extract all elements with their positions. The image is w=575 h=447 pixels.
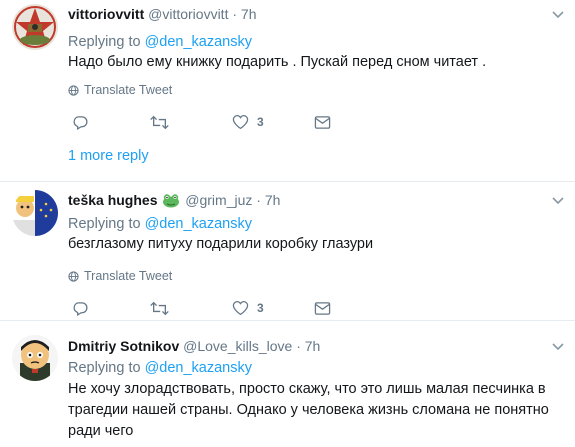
avatar-grim-juz[interactable]: [12, 190, 58, 236]
avatar-love-kills-love[interactable]: [12, 335, 58, 381]
separator-dot: ·: [296, 338, 301, 354]
heart-icon: [232, 300, 249, 316]
globe-icon: [68, 270, 79, 282]
reply-icon: [73, 115, 88, 130]
like-button[interactable]: 3: [232, 298, 264, 318]
display-name[interactable]: teška hughes: [68, 192, 157, 208]
more-replies-link[interactable]: 1 more reply: [68, 148, 149, 164]
dm-button[interactable]: [314, 298, 331, 318]
replying-to: Replying to @den_kazansky: [68, 33, 252, 51]
dm-button[interactable]: [314, 112, 331, 132]
reply-icon: [73, 301, 88, 316]
tweet-actions: 3: [68, 112, 348, 132]
like-count: 3: [257, 115, 264, 129]
user-handle[interactable]: @Love_kills_love: [183, 338, 292, 354]
reply-button[interactable]: [72, 298, 89, 318]
tweet-2[interactable]: teška hughes @grim_juz · 7h Replying to …: [0, 182, 575, 319]
user-handle[interactable]: @vittoriovvitt: [148, 6, 228, 22]
timestamp[interactable]: 7h: [265, 192, 281, 208]
envelope-icon: [314, 115, 331, 129]
translate-label[interactable]: Translate Tweet: [84, 82, 172, 98]
tweet-1[interactable]: vittoriovvitt @vittoriovvitt · 7h Replyi…: [0, 0, 575, 181]
heart-icon: [232, 114, 249, 130]
translate-tweet[interactable]: Translate Tweet: [68, 268, 172, 284]
like-button[interactable]: 3: [232, 112, 264, 132]
retweet-button[interactable]: [150, 112, 169, 132]
display-name[interactable]: Dmitriy Sotnikov: [68, 338, 179, 354]
globe-icon: [68, 84, 79, 96]
tweet-actions: 3: [68, 298, 348, 318]
chevron-down-icon[interactable]: [551, 10, 565, 20]
like-count: 3: [257, 301, 264, 315]
tweet-header: teška hughes @grim_juz · 7h: [68, 191, 280, 209]
tweet-header: Dmitriy Sotnikov @Love_kills_love · 7h: [68, 337, 320, 355]
timestamp[interactable]: 7h: [305, 338, 321, 354]
reply-mention[interactable]: @den_kazansky: [145, 360, 252, 376]
retweet-icon: [150, 115, 169, 129]
envelope-icon: [314, 301, 331, 315]
tweet-3[interactable]: Dmitriy Sotnikov @Love_kills_love · 7h R…: [0, 321, 575, 447]
retweet-button[interactable]: [150, 298, 169, 318]
reply-button[interactable]: [72, 112, 89, 132]
separator-dot: ·: [256, 192, 261, 208]
tweet-text: Надо было ему книжку подарить . Пускай п…: [68, 54, 487, 70]
replying-prefix: Replying to: [68, 360, 141, 376]
translate-tweet[interactable]: Translate Tweet: [68, 82, 172, 98]
user-handle[interactable]: @grim_juz: [185, 192, 252, 208]
replying-to: Replying to @den_kazansky: [68, 359, 252, 377]
tweet-text: безглазому питуху подарили коробку глазу…: [68, 236, 374, 252]
replying-prefix: Replying to: [68, 34, 141, 50]
reply-mention[interactable]: @den_kazansky: [145, 34, 252, 50]
replying-prefix: Replying to: [68, 216, 141, 232]
chevron-down-icon[interactable]: [551, 342, 565, 352]
separator-dot: ·: [232, 6, 238, 22]
retweet-icon: [150, 301, 169, 315]
chevron-down-icon[interactable]: [551, 196, 565, 206]
timestamp[interactable]: 7h: [241, 6, 257, 22]
tweet-text: Не хочу злорадствовать, просто скажу, чт…: [68, 381, 549, 439]
reply-mention[interactable]: @den_kazansky: [145, 216, 252, 232]
replying-to: Replying to @den_kazansky: [68, 215, 252, 233]
tweet-header: vittoriovvitt @vittoriovvitt · 7h: [68, 5, 257, 23]
frog-emoji-icon: [163, 194, 180, 208]
translate-label[interactable]: Translate Tweet: [84, 268, 172, 284]
display-name[interactable]: vittoriovvitt: [68, 6, 144, 22]
avatar-vittoriovvitt[interactable]: [12, 4, 58, 50]
